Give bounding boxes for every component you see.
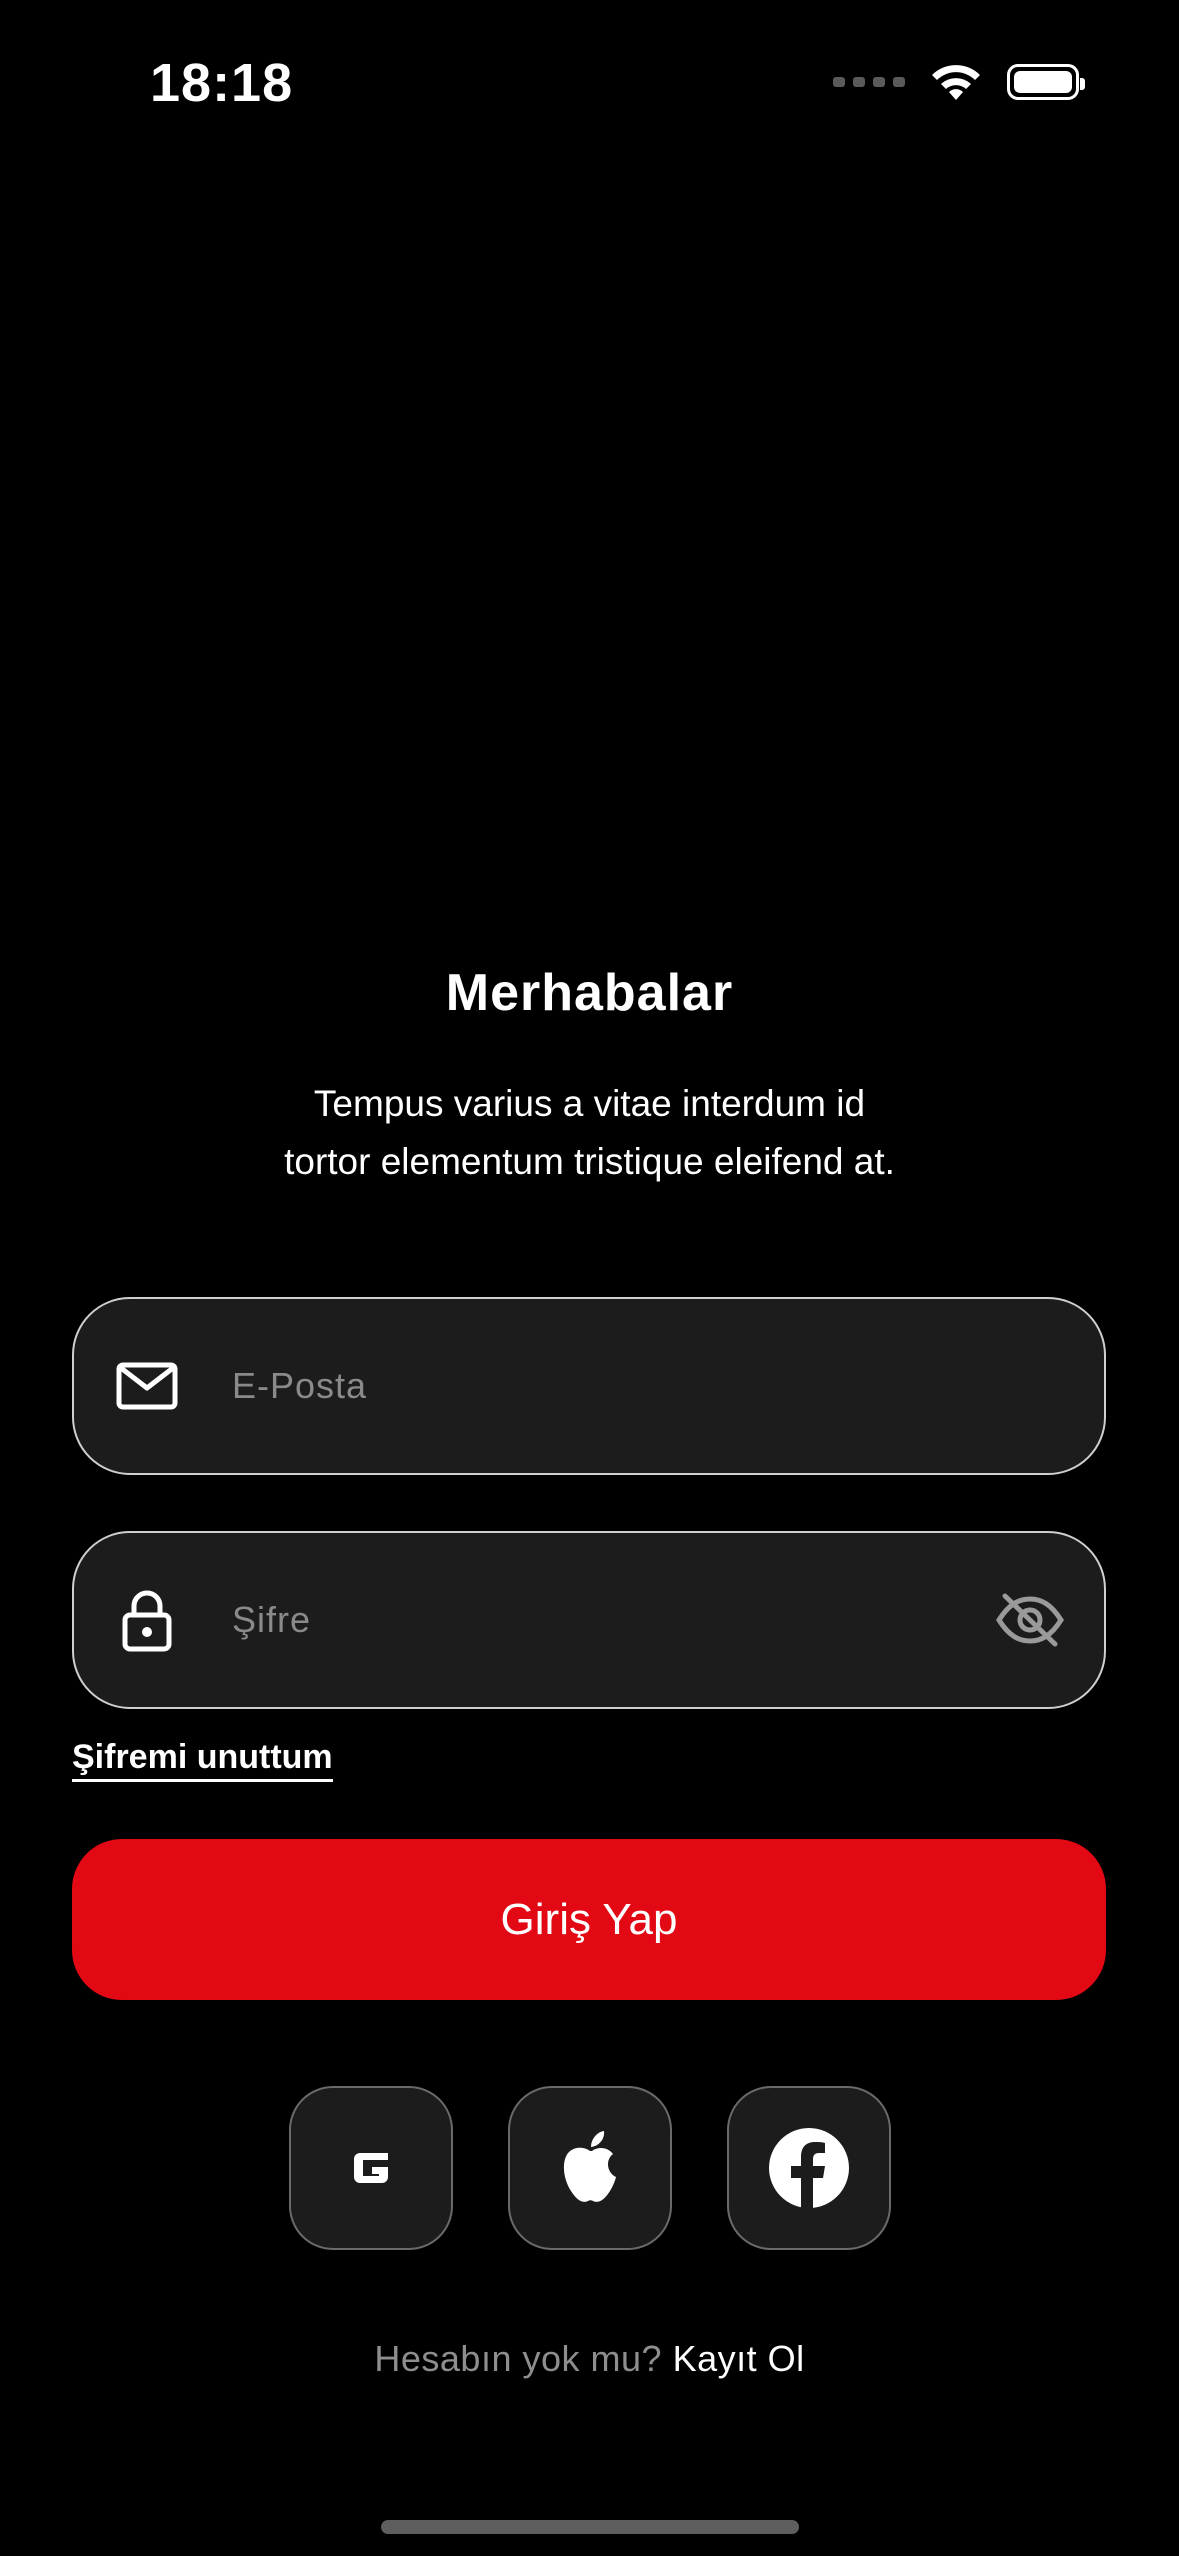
google-login-button[interactable] <box>288 2086 453 2250</box>
password-input[interactable] <box>230 1533 964 1707</box>
subtitle-line-1: Tempus varius a vitae interdum id <box>313 1083 866 1124</box>
google-icon <box>353 2153 388 2183</box>
subtitle-line-2: tortor elementum tristique eleifend at. <box>284 1141 895 1182</box>
lock-icon <box>112 1585 182 1655</box>
status-icons <box>833 62 1085 102</box>
social-login-row <box>0 2086 1179 2250</box>
signup-question: Hesabın yok mu? <box>374 2338 663 2379</box>
wifi-icon <box>932 65 980 100</box>
password-field[interactable] <box>72 1531 1106 1709</box>
facebook-login-button[interactable] <box>726 2086 891 2250</box>
battery-icon <box>1007 64 1085 100</box>
mail-icon <box>112 1351 182 1421</box>
email-field[interactable] <box>72 1297 1106 1475</box>
cellular-signal-icon <box>833 77 905 87</box>
apple-icon <box>563 2131 616 2202</box>
login-button[interactable]: Giriş Yap <box>72 1839 1106 2000</box>
status-time: 18:18 <box>150 53 294 113</box>
home-indicator[interactable] <box>381 2520 799 2534</box>
apple-login-button[interactable] <box>507 2086 672 2250</box>
page-title: Merhabalar <box>445 964 734 1022</box>
signup-row: Hesabın yok mu? Kayıt Ol <box>0 2338 1179 2380</box>
page-subtitle: Tempus varius a vitae interdum id tortor… <box>180 1075 999 1191</box>
signup-link[interactable]: Kayıt Ol <box>673 2338 805 2379</box>
forgot-password-link[interactable]: Şifremi unuttum <box>72 1738 333 1782</box>
email-input[interactable] <box>230 1299 964 1473</box>
facebook-icon <box>768 2128 849 2210</box>
eye-off-icon[interactable] <box>992 1582 1068 1658</box>
